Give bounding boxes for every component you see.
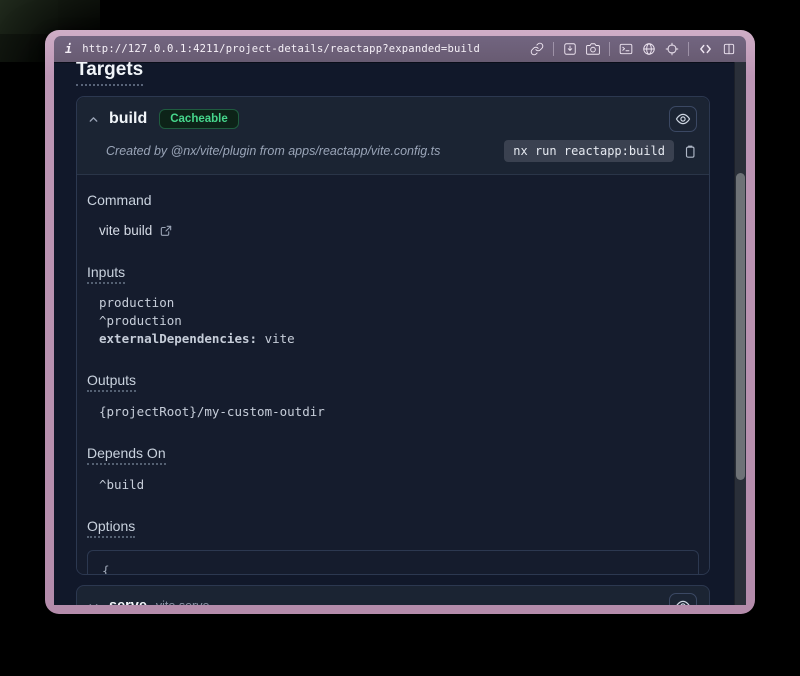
code-icon[interactable] bbox=[698, 42, 713, 56]
command-section: Command vite build bbox=[87, 192, 697, 238]
browser-viewport: Targets build Cacheable bbox=[54, 62, 746, 605]
target-name: serve bbox=[109, 598, 147, 605]
input-item: externalDependencies: vite bbox=[99, 330, 697, 348]
options-label: Options bbox=[87, 518, 135, 538]
options-json-block: { "cwd": "apps/reactapp" } bbox=[87, 550, 699, 575]
chevron-up-icon[interactable] bbox=[87, 113, 100, 126]
build-card-body: Command vite build Inputs bbox=[77, 175, 709, 575]
desktop-background: i http://127.0.0.1:4211/project-details/… bbox=[0, 0, 800, 676]
build-card-subheader: Created by @nx/vite/plugin from apps/rea… bbox=[87, 140, 697, 162]
target-summary: vite serve bbox=[156, 599, 210, 605]
build-card-header: build Cacheable Created by @nx/vite/plug… bbox=[77, 97, 709, 175]
eye-icon bbox=[675, 111, 691, 127]
depends-on-item: ^build bbox=[99, 476, 697, 494]
toolbar-divider bbox=[609, 42, 610, 56]
serve-card-toggle[interactable]: serve vite serve bbox=[77, 586, 709, 605]
view-in-graph-button[interactable] bbox=[669, 106, 697, 132]
target-card-serve: serve vite serve bbox=[76, 585, 710, 605]
command-label: Command bbox=[87, 192, 152, 208]
scrollbar-thumb[interactable] bbox=[736, 173, 745, 480]
info-icon: i bbox=[65, 42, 72, 56]
camera-icon[interactable] bbox=[586, 42, 600, 56]
import-frame-icon[interactable] bbox=[563, 42, 577, 56]
browser-window: i http://127.0.0.1:4211/project-details/… bbox=[45, 30, 755, 614]
command-value: vite build bbox=[99, 223, 152, 238]
project-details-page: Targets build Cacheable bbox=[54, 62, 734, 605]
target-name: build bbox=[109, 110, 147, 128]
input-item: production bbox=[99, 294, 697, 312]
toolbar-divider bbox=[688, 42, 689, 56]
browser-titlebar: i http://127.0.0.1:4211/project-details/… bbox=[54, 36, 746, 62]
output-item: {projectRoot}/my-custom-outdir bbox=[99, 403, 697, 421]
copy-icon bbox=[683, 144, 697, 159]
terminal-icon[interactable] bbox=[619, 42, 633, 56]
inputs-label: Inputs bbox=[87, 264, 125, 284]
depends-on-section: Depends On ^build bbox=[87, 445, 697, 494]
url-text[interactable]: http://127.0.0.1:4211/project-details/re… bbox=[82, 43, 480, 55]
options-section: Options { "cwd": "apps/reactapp" } bbox=[87, 518, 697, 575]
json-open-brace: { bbox=[102, 562, 684, 575]
external-link-icon[interactable] bbox=[159, 224, 173, 238]
outputs-label: Outputs bbox=[87, 372, 136, 392]
split-view-icon[interactable] bbox=[722, 42, 736, 56]
target-icon[interactable] bbox=[665, 42, 679, 56]
inputs-section: Inputs production ^production externalDe… bbox=[87, 264, 697, 348]
created-by-text: Created by @nx/vite/plugin from apps/rea… bbox=[106, 144, 440, 158]
page-title: Targets bbox=[76, 62, 143, 86]
run-command-chip: nx run reactapp:build bbox=[504, 140, 674, 162]
link-icon[interactable] bbox=[530, 42, 544, 56]
scrollbar[interactable] bbox=[734, 62, 746, 605]
chevron-down-icon[interactable] bbox=[87, 600, 100, 606]
titlebar-toolbar bbox=[530, 42, 736, 56]
input-item: ^production bbox=[99, 312, 697, 330]
input-dependency-key: externalDependencies: bbox=[99, 331, 257, 346]
target-card-build: build Cacheable Created by @nx/vite/plug… bbox=[76, 96, 710, 575]
view-in-graph-button[interactable] bbox=[669, 593, 697, 605]
depends-on-label: Depends On bbox=[87, 445, 166, 465]
toolbar-divider bbox=[553, 42, 554, 56]
outputs-section: Outputs {projectRoot}/my-custom-outdir bbox=[87, 372, 697, 421]
cacheable-badge: Cacheable bbox=[159, 109, 239, 129]
eye-icon bbox=[675, 598, 691, 605]
globe-icon[interactable] bbox=[642, 42, 656, 56]
input-dependency-value: vite bbox=[257, 331, 295, 346]
copy-command-button[interactable] bbox=[683, 144, 697, 159]
build-card-toggle[interactable]: build Cacheable bbox=[87, 106, 697, 132]
